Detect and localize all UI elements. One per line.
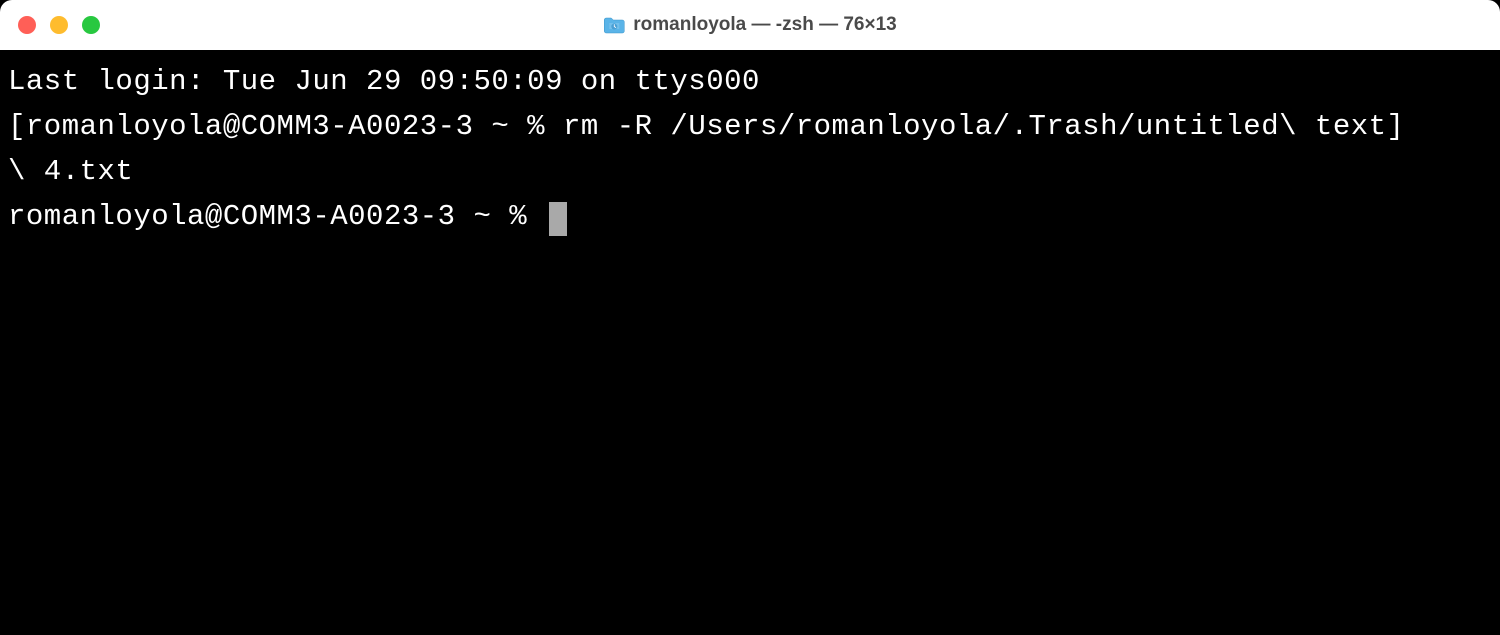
last-login-line: Last login: Tue Jun 29 09:50:09 on ttys0…: [8, 60, 1492, 105]
title-text: romanloyola — -zsh — 76×13: [633, 14, 896, 36]
command-text-1: rm -R /Users/romanloyola/.Trash/untitled…: [563, 110, 1404, 143]
close-button[interactable]: [18, 16, 36, 34]
command-line-1: [romanloyola@COMM3-A0023-3 ~ % rm -R /Us…: [8, 105, 1492, 150]
terminal-window: romanloyola — -zsh — 76×13 Last login: T…: [0, 0, 1500, 635]
cursor: [549, 202, 567, 236]
terminal-output[interactable]: Last login: Tue Jun 29 09:50:09 on ttys0…: [0, 50, 1500, 635]
titlebar: romanloyola — -zsh — 76×13: [0, 0, 1500, 50]
prompt-line-2: romanloyola@COMM3-A0023-3 ~ %: [8, 195, 1492, 240]
maximize-button[interactable]: [82, 16, 100, 34]
window-controls: [18, 16, 100, 34]
prompt-1: [romanloyola@COMM3-A0023-3 ~ %: [8, 110, 563, 143]
minimize-button[interactable]: [50, 16, 68, 34]
window-title: romanloyola — -zsh — 76×13: [603, 14, 896, 36]
command-line-1-cont: \ 4.txt: [8, 150, 1492, 195]
folder-icon: [603, 16, 625, 34]
prompt-2: romanloyola@COMM3-A0023-3 ~ %: [8, 200, 545, 233]
